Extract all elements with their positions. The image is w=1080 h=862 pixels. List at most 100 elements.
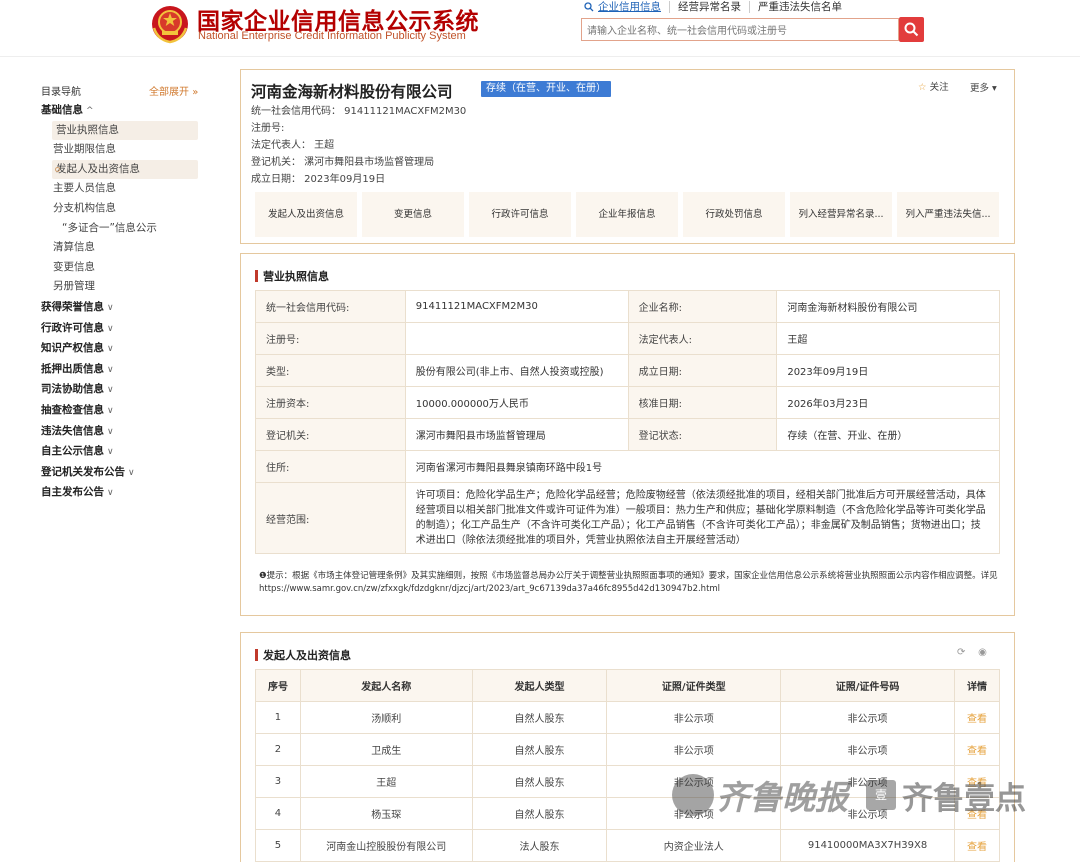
field-label: 核准日期: <box>627 386 778 419</box>
column-header: 发起人类型 <box>471 669 608 702</box>
sidebar-item-liquidation[interactable]: 清算信息 <box>40 238 201 258</box>
sidebar-item-business-license[interactable]: 营业执照信息 <box>52 120 198 141</box>
field-value: 91411121MACXFM2M30 <box>404 290 629 323</box>
table-row: 1 汤顺利 自然人股东 非公示项 非公示项 查看 <box>255 701 1000 734</box>
table-cell: 河南金山控股股份有限公司 <box>299 829 473 862</box>
nav-enterprise-credit[interactable]: 企业信用信息 <box>594 1 669 13</box>
column-header: 证照/证件类型 <box>606 669 782 702</box>
more-dropdown[interactable]: 更多 ▾ <box>970 80 997 94</box>
sidebar-group-basic[interactable]: 基础信息 ^ <box>41 100 201 121</box>
license-row: 类型: 股份有限公司(非上市、自然人投资或控股) 成立日期: 2023年09月19日 <box>255 354 1000 387</box>
watermark-logo-icon <box>672 774 714 816</box>
chevron-down-icon: ∨ <box>107 364 114 375</box>
section-title: 发起人及出资信息 <box>255 647 351 663</box>
license-row: 注册资本: 10000.000000万人民币 核准日期: 2026年03月23日 <box>255 386 1000 419</box>
column-header: 证照/证件号码 <box>780 669 955 702</box>
nav-serious-violation-list[interactable]: 严重违法失信名单 <box>749 1 850 13</box>
notice-text: ❶提示：根据《市场主体登记管理条例》及其实施细则，按照《市场监督总局办公厅关于调… <box>259 571 998 594</box>
column-header: 详情 <box>954 669 1000 702</box>
watermark-left-text: 齐鲁晚报 <box>716 778 848 817</box>
action-penalties[interactable]: 行政处罚信息 <box>683 192 785 237</box>
nav-abnormal-list[interactable]: 经营异常名录 <box>669 1 749 13</box>
action-annual-reports[interactable]: 企业年报信息 <box>576 192 678 237</box>
sidebar-group-inspection[interactable]: 抽查检查信息 ∨ <box>41 400 201 421</box>
sidebar-group-self-notices[interactable]: 自主发布公告 ∨ <box>41 482 201 503</box>
sidebar-group-authority-notices[interactable]: 登记机关发布公告 ∨ <box>41 462 201 483</box>
sidebar-item-multi-cert[interactable]: “多证合一”信息公示 <box>40 219 201 239</box>
action-investors[interactable]: 发起人及出资信息 <box>255 192 357 237</box>
sidebar-group-violations[interactable]: 违法失信信息 ∨ <box>41 421 201 442</box>
sidebar-item-branches[interactable]: 分支机构信息 <box>40 199 201 219</box>
table-cell: 2 <box>255 733 301 766</box>
sidebar-item-changes[interactable]: 变更信息 <box>40 258 201 278</box>
company-name: 河南金海新材料股份有限公司 <box>251 83 453 101</box>
table-row: 5 河南金山控股股份有限公司 法人股东 内资企业法人 91410000MA3X7H39X… <box>255 829 1000 862</box>
search-icon <box>584 2 594 12</box>
chevron-down-icon: ∨ <box>107 302 114 313</box>
investors-table: 序号 发起人名称 发起人类型 证照/证件类型 证照/证件号码 详情 1 汤顺利 自然人股东 非公… <box>255 669 1000 862</box>
sidebar-group-ip[interactable]: 知识产权信息 ∨ <box>41 338 201 359</box>
action-permits[interactable]: 行政许可信息 <box>469 192 571 237</box>
table-cell: 王超 <box>299 765 473 798</box>
investors-section: 发起人及出资信息 ⟳ ◉ 序号 发起人名称 发起人类型 证照/证件类型 证照/证件号码详… <box>240 632 1015 862</box>
field-value <box>404 322 629 355</box>
company-summary-card: 河南金海新材料股份有限公司 存续（在营、开业、在册） ☆ 关注 更多 ▾ 统一社… <box>240 69 1015 244</box>
license-row: 注册号: 法定代表人: 王超 <box>255 322 1000 355</box>
action-serious-violation[interactable]: 列入严重违法失信... <box>897 192 999 237</box>
sidebar-item-key-personnel[interactable]: 主要人员信息 <box>40 179 201 199</box>
field-label: 成立日期: <box>627 354 778 387</box>
table-cell: 汤顺利 <box>299 701 473 734</box>
top-nav: 企业信用信息 经营异常名录 严重违法失信名单 <box>584 1 850 13</box>
search-button[interactable] <box>899 17 924 42</box>
sidebar-group-pledge[interactable]: 抵押出质信息 ∨ <box>41 359 201 380</box>
table-cell: 5 <box>255 829 301 862</box>
table-cell: 4 <box>255 797 301 830</box>
active-dot-icon <box>55 166 60 172</box>
eye-icon[interactable]: ◉ <box>978 647 987 658</box>
sidebar-item-separate-register[interactable]: 另册管理 <box>40 277 201 297</box>
sidebar-group-judicial[interactable]: 司法协助信息 ∨ <box>41 379 201 400</box>
field-label: 登记机关: <box>255 418 406 451</box>
follow-button[interactable]: ☆ 关注 <box>918 79 949 93</box>
sidebar-item-business-term[interactable]: 营业期限信息 <box>40 140 201 160</box>
chevron-down-icon: ∨ <box>128 467 135 478</box>
quick-actions: 发起人及出资信息 变更信息 行政许可信息 企业年报信息 行政处罚信息 列入经营异… <box>255 192 999 237</box>
sidebar-group-permits[interactable]: 行政许可信息 ∨ <box>41 318 201 339</box>
column-header: 序号 <box>255 669 301 702</box>
chevron-down-icon: ∨ <box>107 426 114 437</box>
field-value: 股份有限公司(非上市、自然人投资或控股) <box>404 354 629 387</box>
expand-all-button[interactable]: 全部展开 » <box>149 83 198 98</box>
license-row: 登记机关: 漯河市舞阳县市场监督管理局 登记状态: 存续（在营、开业、在册） <box>255 418 1000 451</box>
star-icon: ☆ <box>918 82 927 93</box>
field-label: 注册号: <box>255 322 406 355</box>
legal-rep-line: 法定代表人： 王超 <box>251 140 335 151</box>
view-link[interactable]: 查看 <box>954 701 1000 734</box>
field-value: 河南金海新材料股份有限公司 <box>776 290 1000 323</box>
chevron-down-icon: ∨ <box>107 447 114 458</box>
credit-code-line: 统一社会信用代码： 91411121MACXFM2M30 <box>251 106 467 117</box>
address-value: 河南省漯河市舞阳县舞泉镇南环路中段1号 <box>404 450 1001 483</box>
view-link[interactable]: 查看 <box>954 733 1000 766</box>
view-link[interactable]: 查看 <box>954 829 1000 862</box>
field-value: 10000.000000万人民币 <box>404 386 629 419</box>
chevron-up-icon: ^ <box>86 106 94 116</box>
action-abnormal-list[interactable]: 列入经营异常名录... <box>790 192 892 237</box>
sidebar-nav: 目录导航 全部展开 » 基础信息 ^ 营业执照信息 营业期限信息 发起人及出资信息… <box>41 80 201 503</box>
sidebar-item-investors[interactable]: 发起人及出资信息 <box>52 159 198 180</box>
site-header: 国家企业信用信息公示系统 National Enterprise Credit … <box>0 0 1080 57</box>
sidebar-group-self-disclosure[interactable]: 自主公示信息 ∨ <box>41 441 201 462</box>
refresh-icon[interactable]: ⟳ <box>957 647 965 658</box>
business-scope-value: 许可项目：危险化学品生产；危险化学品经营；危险废物经营（依法须经批准的项目，经相… <box>404 482 1001 554</box>
sidebar-group-honors[interactable]: 获得荣誉信息 ∨ <box>41 297 201 318</box>
table-cell: 自然人股东 <box>471 765 608 798</box>
action-changes[interactable]: 变更信息 <box>362 192 464 237</box>
table-cell: 非公示项 <box>606 701 782 734</box>
search-input[interactable] <box>582 21 898 42</box>
sidebar-title: 目录导航 <box>41 87 81 98</box>
table-cell: 非公示项 <box>780 733 955 766</box>
field-value: 漯河市舞阳县市场监督管理局 <box>404 418 629 451</box>
field-value: 存续（在营、开业、在册） <box>776 418 1000 451</box>
section-tools: ⟳ ◉ <box>957 647 987 658</box>
license-row: 统一社会信用代码: 91411121MACXFM2M30 企业名称: 河南金海新材料股… <box>255 290 1000 323</box>
national-emblem-icon <box>152 6 188 44</box>
